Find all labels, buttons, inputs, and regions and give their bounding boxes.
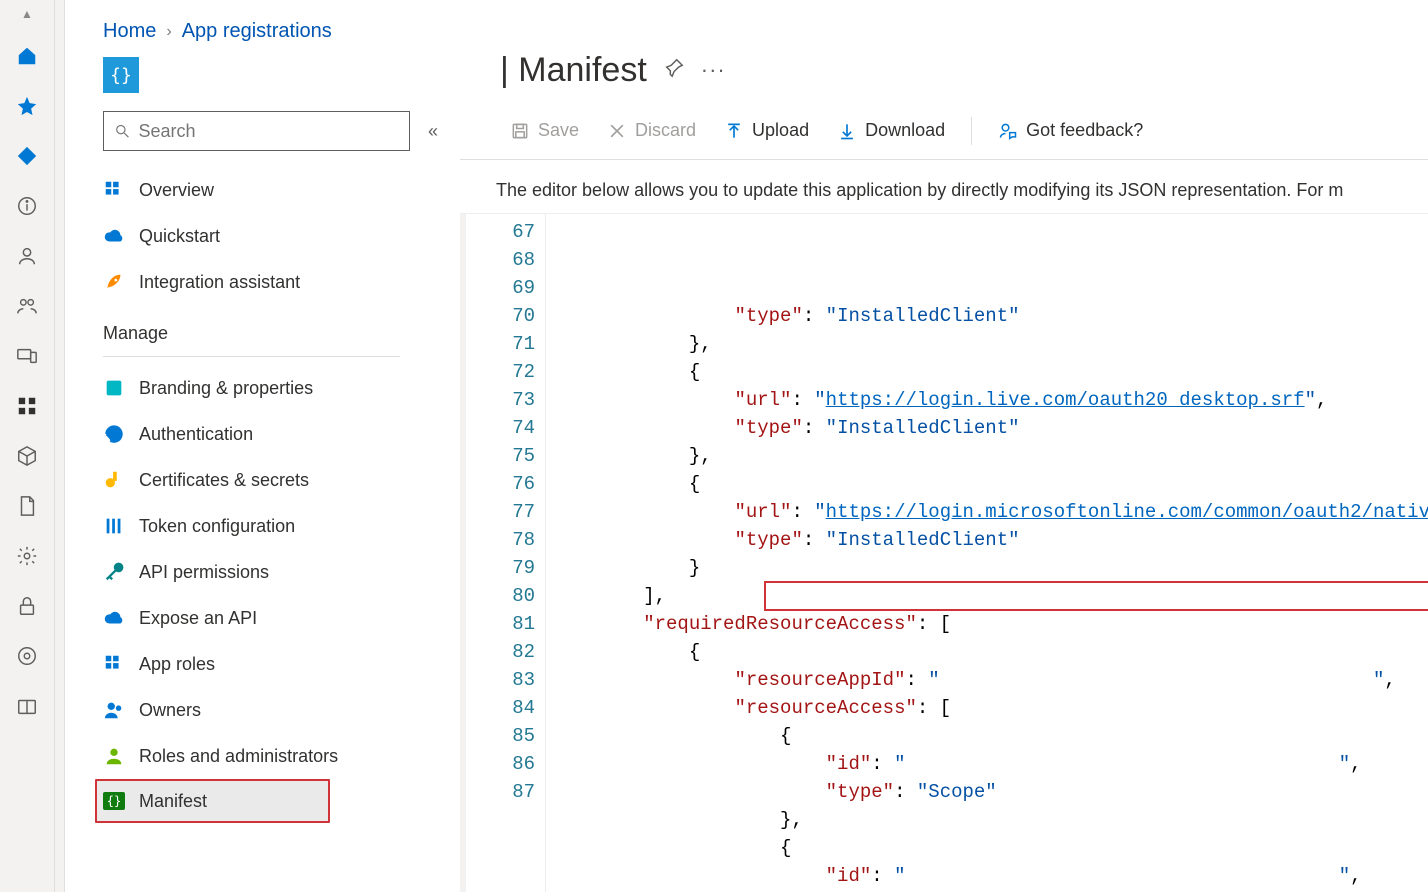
nav-quickstart[interactable]: Quickstart <box>95 213 460 259</box>
nav-label: Overview <box>139 180 214 201</box>
code-editor[interactable]: 6768697071727374757677787980818283848586… <box>460 213 1428 892</box>
breadcrumb: Home › App registrations <box>65 0 460 57</box>
divider <box>103 356 400 357</box>
discard-button[interactable]: Discard <box>593 111 710 151</box>
token-icon <box>103 515 125 537</box>
vertical-separator <box>55 0 65 892</box>
nav-label: Token configuration <box>139 516 295 537</box>
button-label: Download <box>865 120 945 141</box>
nav-label: Owners <box>139 700 201 721</box>
main-content: | Manifest ··· Save Discard Upload Downl… <box>460 0 1428 892</box>
auth-icon <box>103 423 125 445</box>
pin-icon[interactable] <box>663 57 685 84</box>
overview-icon <box>103 179 125 201</box>
chevron-right-icon: › <box>166 23 171 41</box>
breadcrumb-appreg[interactable]: App registrations <box>182 20 332 43</box>
search-icon <box>114 122 130 140</box>
nav-label: Manifest <box>139 791 207 812</box>
nav-label: Integration assistant <box>139 272 300 293</box>
nav-roles-admins[interactable]: Roles and administrators <box>95 733 460 779</box>
nav-authentication[interactable]: Authentication <box>95 411 460 457</box>
toolbar-separator <box>971 117 972 145</box>
app-icon: {} <box>103 57 139 93</box>
nav-label: Certificates & secrets <box>139 470 309 491</box>
root: ▲ Home › App registrations {} <box>0 0 1428 892</box>
breadcrumb-home[interactable]: Home <box>103 20 156 43</box>
nav-label: Expose an API <box>139 608 257 629</box>
nav-api-permissions[interactable]: API permissions <box>95 549 460 595</box>
gear-icon[interactable] <box>13 542 41 570</box>
upload-button[interactable]: Upload <box>710 111 823 151</box>
devices-icon[interactable] <box>13 342 41 370</box>
nav-token[interactable]: Token configuration <box>95 503 460 549</box>
approles-icon <box>103 653 125 675</box>
button-label: Got feedback? <box>1026 120 1143 141</box>
expose-icon <box>103 607 125 629</box>
nav-branding[interactable]: Branding & properties <box>95 365 460 411</box>
api-perm-icon <box>103 561 125 583</box>
learn-icon[interactable] <box>13 692 41 720</box>
search-input[interactable] <box>138 121 399 142</box>
feedback-button[interactable]: Got feedback? <box>984 111 1157 151</box>
search-row: « <box>65 111 460 151</box>
nav-label: API permissions <box>139 562 269 583</box>
package-icon[interactable] <box>13 442 41 470</box>
code-area[interactable]: "type": "InstalledClient" }, { "url": "h… <box>546 214 1428 892</box>
nav-manifest[interactable]: {} Manifest <box>95 779 330 823</box>
collapse-panel-icon[interactable]: « <box>428 121 438 142</box>
lock-icon[interactable] <box>13 592 41 620</box>
scroll-up-icon[interactable]: ▲ <box>21 8 33 20</box>
page-title: | Manifest <box>500 51 647 90</box>
toolbar: Save Discard Upload Download Got feedbac… <box>460 110 1428 160</box>
nav-expose-api[interactable]: Expose an API <box>95 595 460 641</box>
nav-integration[interactable]: Integration assistant <box>95 259 460 305</box>
nav-owners[interactable]: Owners <box>95 687 460 733</box>
main-header: | Manifest ··· <box>460 0 1428 110</box>
cloud-icon <box>103 225 125 247</box>
star-icon[interactable] <box>13 92 41 120</box>
button-label: Discard <box>635 120 696 141</box>
download-button[interactable]: Download <box>823 111 959 151</box>
home-icon[interactable] <box>13 42 41 70</box>
intro-text: The editor below allows you to update th… <box>460 160 1428 213</box>
section-manage: Manage <box>95 305 460 354</box>
key-icon <box>103 469 125 491</box>
nav-certificates[interactable]: Certificates & secrets <box>95 457 460 503</box>
nav-label: App roles <box>139 654 215 675</box>
rocket-icon <box>103 271 125 293</box>
side-panel: Home › App registrations {} « Overview Q… <box>65 0 460 892</box>
manifest-icon: {} <box>103 790 125 812</box>
more-icon[interactable]: ··· <box>701 57 726 83</box>
line-gutter: 6768697071727374757677787980818283848586… <box>460 214 546 892</box>
nav-app-roles[interactable]: App roles <box>95 641 460 687</box>
app-grid-icon[interactable] <box>13 392 41 420</box>
support-icon[interactable] <box>13 642 41 670</box>
button-label: Save <box>538 120 579 141</box>
nav-label: Quickstart <box>139 226 220 247</box>
nav-label: Branding & properties <box>139 378 313 399</box>
diamond-icon[interactable] <box>13 142 41 170</box>
button-label: Upload <box>752 120 809 141</box>
nav-label: Roles and administrators <box>139 746 338 767</box>
nav-label: Authentication <box>139 424 253 445</box>
nav-list: Overview Quickstart Integration assistan… <box>65 167 460 823</box>
nav-overview[interactable]: Overview <box>95 167 460 213</box>
branding-icon <box>103 377 125 399</box>
owners-icon <box>103 699 125 721</box>
info-icon[interactable] <box>13 192 41 220</box>
left-iconbar: ▲ <box>0 0 55 892</box>
person-icon[interactable] <box>13 242 41 270</box>
roles-icon <box>103 745 125 767</box>
people-icon[interactable] <box>13 292 41 320</box>
document-icon[interactable] <box>13 492 41 520</box>
save-button[interactable]: Save <box>496 111 593 151</box>
search-box[interactable] <box>103 111 410 151</box>
app-icon-row: {} <box>65 57 460 93</box>
